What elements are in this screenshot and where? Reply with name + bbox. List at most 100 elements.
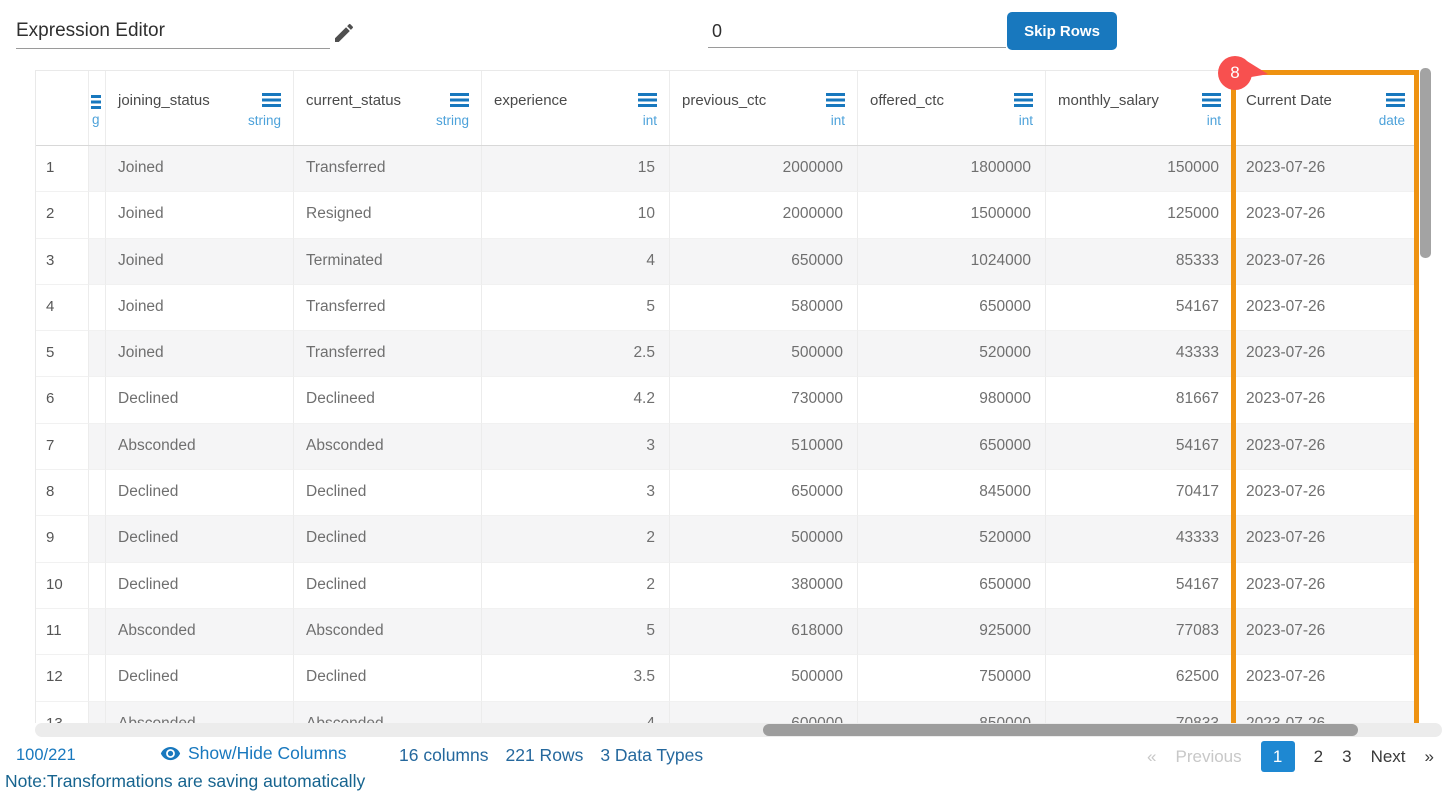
column-menu-icon [91, 95, 101, 98]
pagination-page-3[interactable]: 3 [1342, 747, 1351, 767]
column-menu-icon[interactable] [1014, 93, 1033, 96]
data-table: g joining_status string current_status strin… [35, 70, 1419, 723]
table-row: 3 Joined Terminated 4 650000 1024000 85333 2023… [36, 238, 1419, 285]
table-row: 10 Declined Declined 2 380000 650000 54167 2023… [36, 562, 1419, 609]
row-number-cell: 4 [36, 284, 89, 332]
table-row: 12 Declined Declined 3.5 500000 750000 62500 20… [36, 655, 1419, 702]
partial-column-header[interactable]: g [89, 71, 106, 145]
column-menu-icon[interactable] [1202, 93, 1221, 96]
pagination-next[interactable]: Next [1371, 747, 1406, 767]
cell-offered_ctc: 925000 [858, 608, 1046, 656]
table-row: 7 Absconded Absconded 3 510000 650000 54167 202… [36, 423, 1419, 471]
edit-pencil-icon[interactable] [332, 21, 356, 45]
cell-monthly_salary: 43333 [1046, 516, 1234, 563]
cell-joining_status: Declined [106, 377, 294, 424]
cell-monthly_salary: 150000 [1046, 146, 1234, 193]
cell-offered_ctc: 1800000 [858, 146, 1046, 193]
column-name: previous_ctc [682, 92, 767, 109]
cell-monthly_salary: 54167 [1046, 423, 1234, 471]
table-row: 13AbscondedAbsconded46000008500007083320… [36, 701, 1419, 723]
cell-previous_ctc: 618000 [670, 608, 858, 656]
cell-previous_ctc: 730000 [670, 377, 858, 424]
column-header-joining_status[interactable]: joining_status string [106, 71, 294, 145]
autosave-note: Note:Transformations are saving automati… [5, 771, 366, 791]
cell-current_date: 2023-07-26 [1234, 608, 1418, 656]
column-menu-icon[interactable] [262, 93, 281, 96]
column-header-monthly_salary[interactable]: monthly_salary int [1046, 71, 1234, 145]
cell-experience: 4 [482, 701, 670, 723]
column-type-label: string [435, 113, 469, 128]
column-menu-icon[interactable] [1386, 93, 1405, 96]
row-number-cell: 2 [36, 192, 89, 239]
table-stats: 16 columns 221 Rows 3 Data Types [399, 745, 703, 766]
column-menu-icon[interactable] [450, 93, 469, 96]
column-name: Current Date [1246, 92, 1332, 109]
cell-joining_status: Joined [106, 146, 294, 193]
column-type-label: int [1018, 113, 1033, 128]
table-row: 4 Joined Transferred 5 580000 650000 54167 2023… [36, 284, 1419, 332]
table-body: 1 Joined Transferred 15 2000000 1800000 150000… [36, 146, 1419, 723]
table-row: 1 Joined Transferred 15 2000000 1800000 150000… [36, 146, 1419, 193]
partial-column-cell [89, 470, 106, 517]
cell-joining_status: Absconded [106, 423, 294, 471]
row-number-cell: 7 [36, 423, 89, 471]
pagination-previous[interactable]: Previous [1175, 747, 1241, 767]
cell-current_date: 2023-07-26 [1234, 238, 1418, 285]
column-name: current_status [306, 92, 402, 109]
vertical-scrollbar-thumb[interactable] [1420, 68, 1431, 258]
cell-offered_ctc: 845000 [858, 470, 1046, 517]
column-header-offered_ctc[interactable]: offered_ctc int [858, 71, 1046, 145]
cell-joining_status: Absconded [106, 608, 294, 656]
partial-column-cell [89, 423, 106, 471]
expression-editor-input[interactable]: Expression Editor [16, 14, 330, 49]
horizontal-scrollbar-thumb[interactable] [763, 724, 1358, 736]
row-number-cell: 12 [36, 655, 89, 702]
partial-column-cell [89, 608, 106, 656]
cell-monthly_salary: 54167 [1046, 284, 1234, 332]
cell-current_status: Transferred [294, 146, 482, 193]
pagination-last[interactable]: » [1425, 747, 1434, 767]
cell-monthly_salary: 62500 [1046, 655, 1234, 702]
column-menu-icon[interactable] [638, 93, 657, 96]
column-menu-icon[interactable] [826, 93, 845, 96]
table-row: 2 Joined Resigned 10 2000000 1500000 125000 202… [36, 192, 1419, 239]
row-number-cell: 13 [36, 701, 89, 723]
partial-column-cell [89, 562, 106, 609]
cell-monthly_salary: 43333 [1046, 331, 1234, 378]
cell-previous_ctc: 500000 [670, 516, 858, 563]
cell-current_date: 2023-07-26 [1234, 192, 1418, 239]
row-number-cell: 3 [36, 238, 89, 285]
partial-column-cell [89, 192, 106, 239]
cell-experience: 3 [482, 423, 670, 471]
cell-experience: 2 [482, 562, 670, 609]
cell-experience: 10 [482, 192, 670, 239]
partial-column-cell [89, 516, 106, 563]
column-header-experience[interactable]: experience int [482, 71, 670, 145]
cell-joining_status: Declined [106, 516, 294, 563]
skip-rows-input[interactable]: 0 [708, 14, 1006, 48]
cell-previous_ctc: 580000 [670, 284, 858, 332]
cell-experience: 3 [482, 470, 670, 517]
column-name: monthly_salary [1058, 92, 1159, 109]
cell-joining_status: Absconded [106, 701, 294, 723]
transformation-count-badge: 8 [1218, 56, 1252, 90]
row-count-indicator[interactable]: 100/221 [16, 746, 76, 765]
cell-previous_ctc: 2000000 [670, 192, 858, 239]
partial-column-cell [89, 238, 106, 285]
cell-previous_ctc: 380000 [670, 562, 858, 609]
pagination-first[interactable]: « [1147, 747, 1156, 767]
skip-rows-button[interactable]: Skip Rows [1007, 12, 1117, 50]
cell-joining_status: Joined [106, 238, 294, 285]
pagination-page-1[interactable]: 1 [1260, 741, 1295, 772]
show-hide-columns-button[interactable]: Show/Hide Columns [160, 743, 347, 764]
column-header-previous_ctc[interactable]: previous_ctc int [670, 71, 858, 145]
row-number-cell: 1 [36, 146, 89, 193]
pagination-page-2[interactable]: 2 [1314, 747, 1323, 767]
cell-current_date: 2023-07-26 [1234, 284, 1418, 332]
column-header-current_status[interactable]: current_statusstring [294, 71, 482, 145]
cell-offered_ctc: 650000 [858, 562, 1046, 609]
cell-current_date: 2023-07-26 [1234, 377, 1418, 424]
cell-current_status: Resigned [294, 192, 482, 239]
cell-previous_ctc: 650000 [670, 238, 858, 285]
cell-joining_status: Joined [106, 192, 294, 239]
